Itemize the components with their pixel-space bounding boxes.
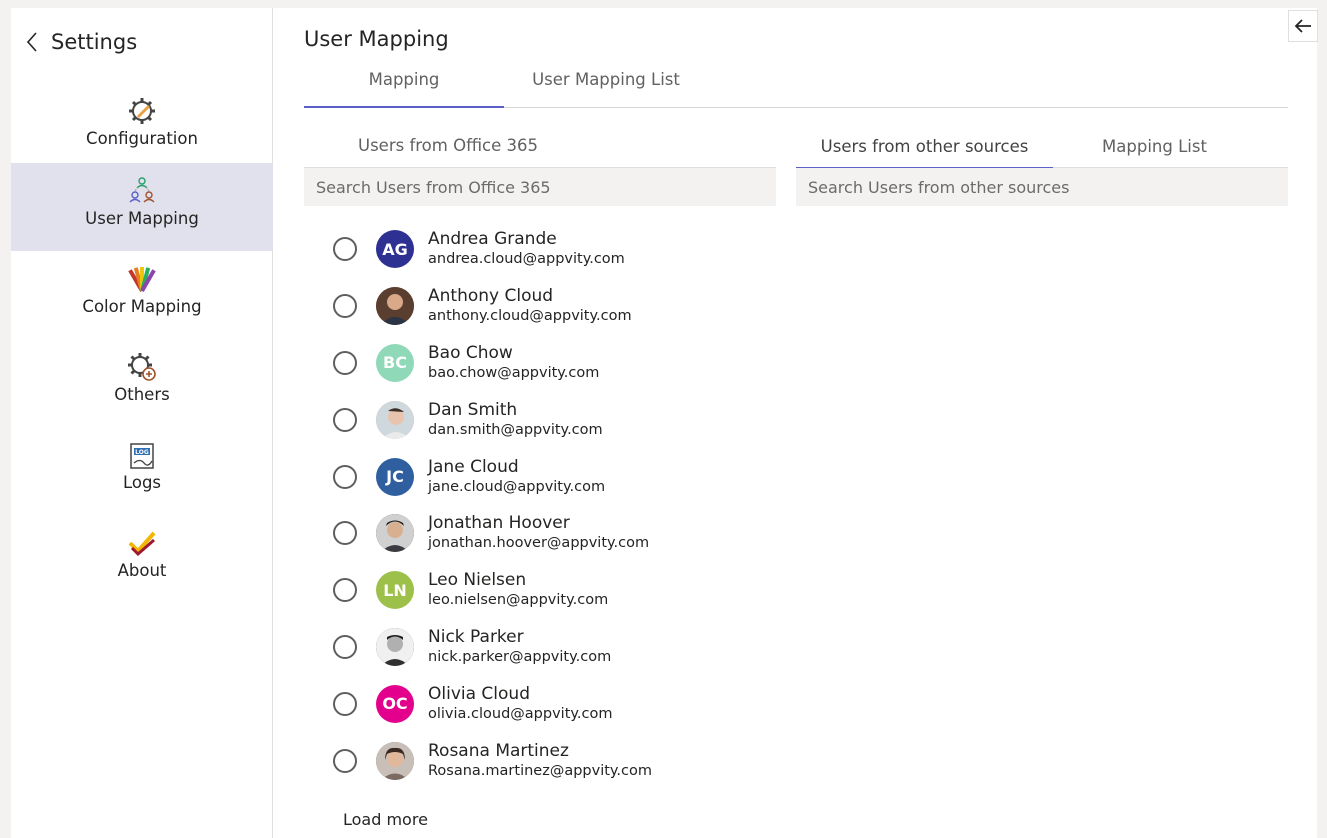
list-item[interactable]: Jonathan Hoover jonathan.hoover@appvity.c… [304, 505, 776, 562]
sidebar-item-label: Logs [122, 473, 162, 492]
office365-user-list: AG Andrea Grande andrea.cloud@appvity.com… [304, 221, 776, 789]
user-name: Olivia Cloud [428, 683, 530, 704]
tab-mapping[interactable]: Mapping [304, 70, 504, 108]
user-name: Jane Cloud [428, 456, 519, 477]
tab-users-office365[interactable]: Users from Office 365 [358, 136, 538, 172]
user-name: Bao Chow [428, 342, 513, 363]
person-photo-icon [376, 287, 414, 326]
user-mapping-icon [129, 177, 155, 203]
user-email: leo.nielsen@appvity.com [428, 592, 609, 609]
radio-button[interactable] [333, 294, 357, 319]
office365-tabs: Users from Office 365 [304, 132, 776, 168]
list-item[interactable]: Nick Parker nick.parker@appvity.com [304, 619, 776, 676]
checkmarks-icon [128, 531, 156, 557]
list-item[interactable]: AG Andrea Grande andrea.cloud@appvity.com [304, 221, 776, 278]
radio-button[interactable] [333, 634, 357, 659]
person-photo-icon [376, 741, 414, 780]
sidebar-item-logs[interactable]: LOG Logs [11, 427, 273, 515]
user-name: Rosana Martinez [428, 740, 569, 761]
user-name: Anthony Cloud [428, 286, 554, 307]
arrow-left-icon [1294, 19, 1311, 33]
radio-button[interactable] [333, 691, 357, 716]
other-sources-panel: Users from other sources Mapping List [796, 132, 1288, 206]
avatar [376, 287, 414, 326]
user-email: bao.chow@appvity.com [428, 364, 600, 381]
chevron-left-icon [26, 32, 37, 52]
list-item[interactable]: JC Jane Cloud jane.cloud@appvity.com [304, 448, 776, 505]
settings-app: Settings Configuration User Mapping Colo… [11, 8, 1317, 838]
radio-button[interactable] [333, 464, 357, 489]
person-photo-icon [376, 627, 414, 666]
avatar: LN [376, 571, 414, 610]
person-photo-icon [376, 514, 414, 553]
color-palette-icon [128, 267, 156, 292]
list-item[interactable]: LN Leo Nielsen leo.nielsen@appvity.com [304, 562, 776, 619]
gear-wrench-icon [129, 98, 155, 124]
user-email: dan.smith@appvity.com [428, 421, 603, 438]
avatar: JC [376, 457, 414, 496]
tab-users-other-sources[interactable]: Users from other sources [796, 132, 1053, 169]
settings-back-button[interactable]: Settings [23, 28, 137, 56]
user-email: jane.cloud@appvity.com [428, 478, 606, 495]
sidebar-item-label: Configuration [86, 129, 198, 148]
radio-button[interactable] [333, 407, 357, 432]
radio-button[interactable] [333, 237, 357, 262]
sidebar-item-label: Others [114, 385, 170, 404]
avatar [376, 741, 414, 780]
user-name: Leo Nielsen [428, 570, 527, 591]
list-item[interactable]: BC Bao Chow bao.chow@appvity.com [304, 335, 776, 392]
search-other-sources-input[interactable] [796, 168, 1288, 206]
user-email: Rosana.martinez@appvity.com [428, 762, 653, 779]
page-title: User Mapping [304, 27, 449, 51]
list-item[interactable]: Rosana Martinez Rosana.martinez@appvity.c… [304, 732, 776, 789]
user-email: anthony.cloud@appvity.com [428, 308, 632, 325]
gear-plus-icon [128, 353, 156, 381]
avatar: AG [376, 230, 414, 269]
user-email: nick.parker@appvity.com [428, 648, 612, 665]
list-item[interactable]: OC Olivia Cloud olivia.cloud@appvity.com [304, 675, 776, 732]
other-sources-tabs: Users from other sources Mapping List [796, 132, 1288, 169]
avatar: BC [376, 343, 414, 382]
collapse-panel-button[interactable] [1288, 10, 1318, 42]
search-office365-input[interactable] [304, 168, 776, 206]
sidebar-item-label: Color Mapping [82, 297, 202, 316]
avatar [376, 400, 414, 439]
sidebar-item-others[interactable]: Others [11, 339, 273, 427]
sidebar-item-label: User Mapping [85, 209, 199, 228]
person-photo-icon [376, 400, 414, 439]
radio-button[interactable] [333, 350, 357, 375]
top-tabs: Mapping User Mapping List [304, 70, 1288, 108]
radio-button[interactable] [333, 521, 357, 546]
sidebar-item-label: About [117, 561, 167, 580]
list-item[interactable]: Dan Smith dan.smith@appvity.com [304, 391, 776, 448]
user-email: olivia.cloud@appvity.com [428, 705, 613, 722]
sidebar-item-about[interactable]: About [11, 515, 273, 603]
sidebar-item-configuration[interactable]: Configuration [11, 83, 273, 171]
svg-text:LOG: LOG [135, 449, 149, 456]
tab-mapping-list[interactable]: Mapping List [1053, 132, 1256, 168]
avatar: OC [376, 684, 414, 723]
tab-user-mapping-list[interactable]: User Mapping List [504, 70, 708, 107]
user-name: Jonathan Hoover [428, 513, 570, 534]
user-email: jonathan.hoover@appvity.com [428, 535, 650, 552]
user-email: andrea.cloud@appvity.com [428, 251, 625, 268]
list-item[interactable]: Anthony Cloud anthony.cloud@appvity.com [304, 278, 776, 335]
radio-button[interactable] [333, 578, 357, 603]
avatar [376, 627, 414, 666]
sidebar-item-color-mapping[interactable]: Color Mapping [11, 251, 273, 339]
sidebar-item-user-mapping[interactable]: User Mapping [11, 163, 273, 251]
user-name: Dan Smith [428, 399, 518, 420]
user-name: Nick Parker [428, 626, 524, 647]
log-icon: LOG [130, 443, 154, 469]
radio-button[interactable] [333, 748, 357, 773]
load-more-link[interactable]: Load more [343, 810, 428, 829]
office365-panel: Users from Office 365 AG Andrea Grandean… [304, 132, 776, 829]
settings-title: Settings [51, 30, 138, 54]
settings-sidebar: Settings Configuration User Mapping Colo… [11, 8, 273, 838]
user-name: Andrea Grande [428, 229, 557, 250]
avatar [376, 514, 414, 553]
main-content: User Mapping Mapping User Mapping List U… [274, 8, 1317, 838]
